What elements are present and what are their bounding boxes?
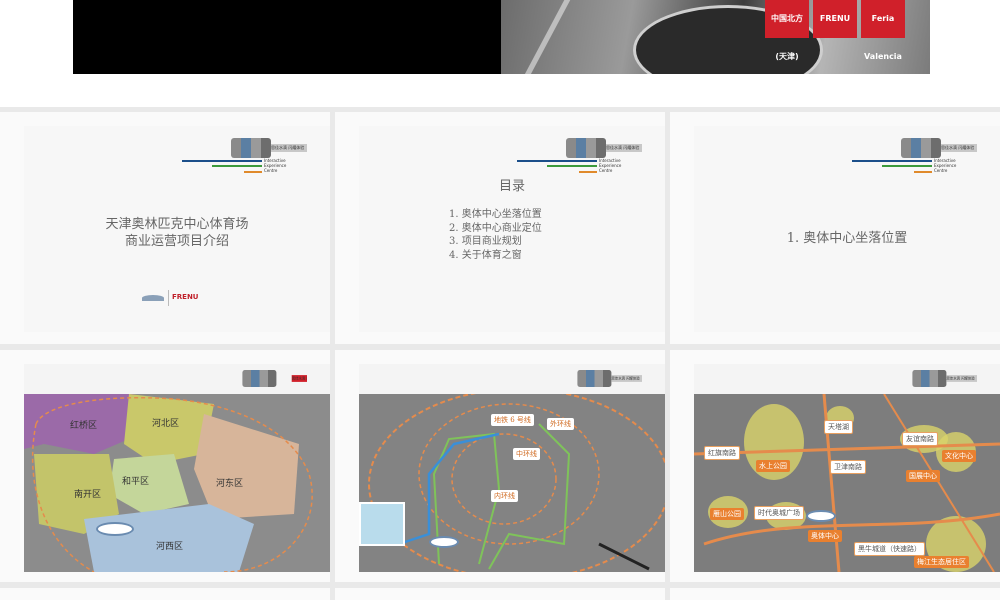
thumb-cell-1[interactable]: 思佳水滴 闪耀体验 Interactive Experience Centre … xyxy=(0,112,330,344)
iec-logo-squares-icon xyxy=(242,370,277,387)
landmark-tag: 卫津南路 xyxy=(830,460,866,474)
district-label: 河北区 xyxy=(152,419,180,429)
district-label: 河西区 xyxy=(156,542,184,552)
thumb-cell-6[interactable]: 思佳水滴 闪耀体验 天塔湖 友谊南路 红旗南路 水上公园 卫津南路 文化中心 国… xyxy=(670,350,1000,582)
banner-logo-2: FRENU xyxy=(813,0,857,38)
slide-4[interactable]: 思佳水滴 闪耀体验 红桥区 河北区 和平区 河东区 南开区 河西区 xyxy=(24,364,330,572)
toc-item: 3. 项目商业规划 xyxy=(449,236,522,247)
thumb-cell-2[interactable]: 思佳水滴 闪耀体验 Interactive Experience Centre … xyxy=(335,112,665,344)
slide-1[interactable]: 思佳水滴 闪耀体验 Interactive Experience Centre … xyxy=(24,126,330,332)
stadium-photo-inset xyxy=(359,502,405,546)
landmark-tag: 友谊南路 xyxy=(902,432,938,446)
thumb-cell-4[interactable]: 思佳水滴 闪耀体验 红桥区 河北区 和平区 河东区 南开区 河西区 xyxy=(0,350,330,582)
district-label: 南开区 xyxy=(74,490,102,500)
stadium-icon xyxy=(429,536,459,548)
landmark-tag: 时代奥城广场 xyxy=(754,506,804,520)
thumb-cell-5[interactable]: 思佳水滴 闪耀体验 地铁 6 号线 外环线 中环线 内环线 xyxy=(335,350,665,582)
slide-6[interactable]: 思佳水滴 闪耀体验 天塔湖 友谊南路 红旗南路 水上公园 卫津南路 文化中心 国… xyxy=(694,364,1000,572)
iec-logo: 思佳水滴 闪耀体验 Interactive Experience Centre xyxy=(182,138,307,176)
slide-2[interactable]: 思佳水滴 闪耀体验 Interactive Experience Centre … xyxy=(359,126,665,332)
district-label: 红桥区 xyxy=(70,421,98,431)
thumb-cell-8[interactable] xyxy=(335,588,665,600)
slide-3-title: 1. 奥体中心坐落位置 xyxy=(786,231,908,246)
iec-logo-squares-icon xyxy=(912,370,947,387)
landmark-tag: 黑牛城道（快速路） xyxy=(854,542,925,556)
ring-road-map: 地铁 6 号线 外环线 中环线 内环线 xyxy=(359,394,665,572)
landmark-tag: 国展中心 xyxy=(906,470,940,482)
district-label: 河东区 xyxy=(216,479,244,489)
line-tag: 地铁 6 号线 xyxy=(491,414,534,426)
toc-item: 4. 关于体育之窗 xyxy=(449,249,522,261)
line-tag: 外环线 xyxy=(547,418,574,430)
landmark-map: 天塔湖 友谊南路 红旗南路 水上公园 卫津南路 文化中心 国展中心 雁山公园 时… xyxy=(694,394,1000,572)
iec-logo-cn: 思佳水滴 闪耀体验 xyxy=(271,144,307,152)
line-tag: 内环线 xyxy=(491,490,518,502)
iec-logo: 思佳水滴 闪耀体验 Interactive Experience Centre xyxy=(517,138,642,176)
thumb-cell-3[interactable]: 思佳水滴 闪耀体验 Interactive Experience Centre … xyxy=(670,112,1000,344)
iec-logo-squares-icon xyxy=(901,138,941,158)
slide-3[interactable]: 思佳水滴 闪耀体验 Interactive Experience Centre … xyxy=(694,126,1000,332)
toc-item: 1. 奥体中心坐落位置 xyxy=(449,209,542,220)
iec-logo-squares-icon xyxy=(231,138,271,158)
slide-1-title: 天津奥林匹克中心体育场 商业运营项目介绍 xyxy=(105,217,249,249)
district-label: 和平区 xyxy=(122,477,150,487)
iec-logo-squares-icon xyxy=(577,370,612,387)
district-map: 红桥区 河北区 和平区 河东区 南开区 河西区 xyxy=(24,394,330,572)
landmark-tag: 奥体中心 xyxy=(808,530,842,542)
stadium-icon xyxy=(96,522,134,536)
landmark-tag: 雁山公园 xyxy=(710,508,744,520)
frenu-logo-icon: FRENU xyxy=(142,290,199,306)
landmark-tag: 水上公园 xyxy=(756,460,790,472)
landmark-tag: 红旗南路 xyxy=(704,446,740,460)
slide-5[interactable]: 思佳水滴 闪耀体验 地铁 6 号线 外环线 中环线 内环线 xyxy=(359,364,665,572)
banner-logo-3: Feria Valencia xyxy=(861,0,905,61)
toc-list: 1. 奥体中心坐落位置 2. 奥体中心商业定位 3. 项目商业规划 4. 关于体… xyxy=(449,208,542,262)
landmark-tag: 文化中心 xyxy=(942,450,976,462)
stadium-icon xyxy=(806,510,836,522)
line-tag: 中环线 xyxy=(513,448,540,460)
banner-logo-1: 中国北方 (天津) xyxy=(765,0,809,61)
banner-image: 中国北方 (天津) FRENU Feria Valencia xyxy=(73,0,930,74)
iec-logo: 思佳水滴 闪耀体验 Interactive Experience Centre xyxy=(852,138,977,176)
landmark-tag: 天塔湖 xyxy=(824,420,853,434)
landmark-tag: 梅江生态居住区 xyxy=(914,556,969,568)
iec-logo-squares-icon xyxy=(566,138,606,158)
thumb-cell-7[interactable] xyxy=(0,588,330,600)
toc-heading: 目录 xyxy=(498,179,525,194)
thumb-cell-9[interactable] xyxy=(670,588,1000,600)
toc-item: 2. 奥体中心商业定位 xyxy=(449,222,542,234)
